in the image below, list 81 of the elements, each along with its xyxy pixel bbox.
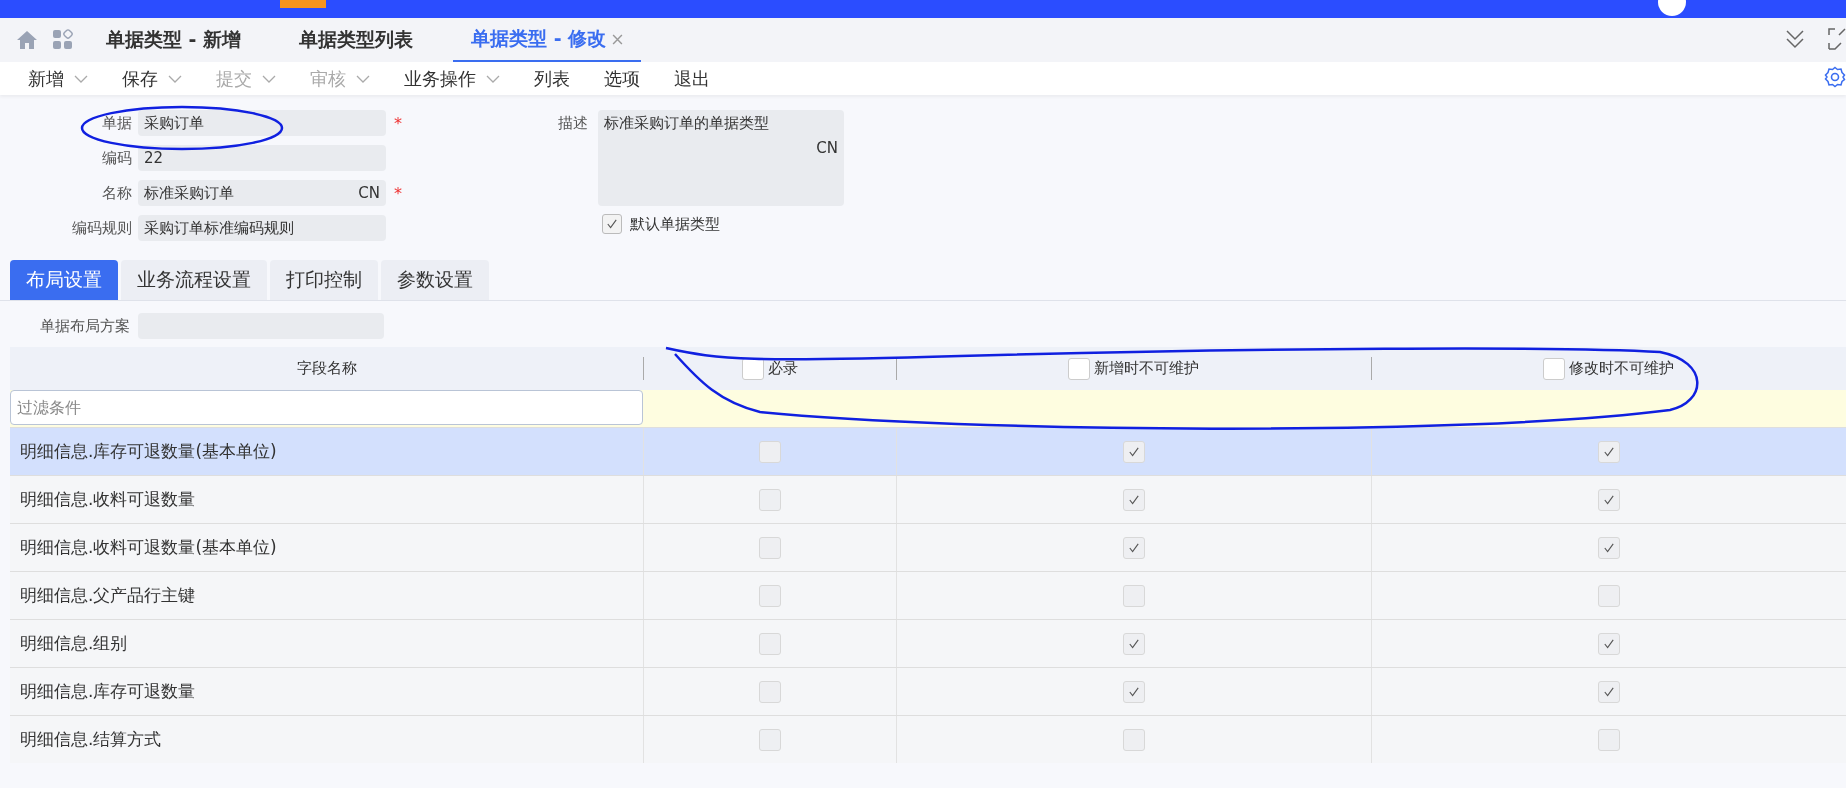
text-field[interactable]: 22	[138, 145, 386, 171]
text-field[interactable]: 采购订单	[138, 110, 386, 136]
header-checkbox[interactable]	[1543, 357, 1565, 380]
checkbox[interactable]	[1598, 440, 1620, 463]
checkbox[interactable]	[1123, 728, 1145, 751]
document-tab[interactable]: 单据类型 - 新增	[88, 18, 260, 62]
column-header: 修改时不可维护	[1569, 359, 1674, 378]
toolbar-menu-button[interactable]: 新增	[28, 66, 88, 91]
checkbox[interactable]	[1123, 488, 1145, 511]
toolbar-menu-button[interactable]: 保存	[122, 66, 182, 91]
checkbox[interactable]	[1598, 632, 1620, 655]
home-icon[interactable]	[16, 30, 38, 50]
caret-icon	[486, 74, 500, 83]
table-row[interactable]: 明细信息.结算方式	[10, 715, 1846, 763]
required-mark: *	[394, 183, 402, 203]
table-cell: 明细信息.库存可退数量(基本单位)	[20, 440, 277, 463]
check-icon	[605, 217, 619, 231]
section-tab[interactable]: 业务流程设置	[121, 260, 267, 300]
field-label: 单据	[101, 113, 132, 133]
section-tab[interactable]: 布局设置	[10, 260, 118, 300]
checkbox[interactable]	[1123, 632, 1145, 655]
table-cell: 明细信息.结算方式	[20, 728, 162, 751]
table-row[interactable]: 明细信息.收料可退数量	[10, 475, 1846, 523]
table-cell: 明细信息.收料可退数量	[20, 488, 196, 511]
checkbox[interactable]	[759, 632, 781, 655]
column-header: 必录	[767, 359, 798, 378]
description-field[interactable]: 标准采购订单的单据类型 CN	[598, 110, 844, 206]
caret-icon	[74, 74, 88, 83]
table-cell: 明细信息.组别	[20, 632, 128, 655]
field-label: 描述	[558, 113, 588, 133]
checkbox[interactable]	[759, 680, 781, 703]
table-row[interactable]: 明细信息.父产品行主键	[10, 571, 1846, 619]
text-field[interactable]: 采购订单标准编码规则	[138, 215, 386, 241]
header-checkbox[interactable]	[1068, 357, 1090, 380]
checkbox[interactable]	[1123, 536, 1145, 559]
checkbox[interactable]	[1123, 680, 1145, 703]
checkbox[interactable]	[759, 584, 781, 607]
checkbox[interactable]	[759, 488, 781, 511]
toolbar-menu-button[interactable]: 退出	[674, 66, 710, 91]
table-row[interactable]: 明细信息.收料可退数量(基本单位)	[10, 523, 1846, 571]
checkbox-label: 默认单据类型	[630, 214, 720, 234]
checkbox[interactable]	[602, 214, 622, 234]
checkbox[interactable]	[1123, 440, 1145, 463]
column-header: 字段名称	[296, 359, 357, 378]
toolbar-menu-button[interactable]: 选项	[604, 66, 640, 91]
table-row[interactable]: 明细信息.库存可退数量(基本单位)	[10, 427, 1846, 475]
checkbox[interactable]	[759, 440, 781, 463]
filter-field[interactable]: 过滤条件	[10, 390, 643, 425]
checkbox[interactable]	[1598, 728, 1620, 751]
text-field[interactable]: 标准采购订单 CN	[138, 180, 386, 206]
checkbox[interactable]	[759, 728, 781, 751]
checkbox[interactable]	[1598, 488, 1620, 511]
caret-icon	[356, 74, 370, 83]
close-icon[interactable]	[612, 33, 624, 45]
checkbox[interactable]	[1598, 536, 1620, 559]
checkbox[interactable]	[1598, 584, 1620, 607]
toolbar-menu-button[interactable]: 业务操作	[404, 66, 500, 91]
table-cell: 明细信息.库存可退数量	[20, 680, 196, 703]
field-label: 编码规则	[71, 218, 132, 238]
required-mark: *	[394, 113, 402, 133]
document-tab[interactable]: 单据类型列表	[281, 18, 432, 62]
caret-icon	[262, 74, 276, 83]
field-label: 名称	[101, 183, 132, 203]
apps-icon[interactable]	[52, 29, 74, 51]
field-label: 单据布局方案	[40, 316, 130, 336]
section-tab[interactable]: 打印控制	[270, 260, 378, 300]
column-header: 新增时不可维护	[1094, 359, 1199, 378]
table-row[interactable]: 明细信息.库存可退数量	[10, 667, 1846, 715]
field-label: 编码	[101, 148, 132, 168]
double-chevron-icon[interactable]	[1784, 28, 1806, 50]
table-cell: 明细信息.收料可退数量(基本单位)	[20, 536, 277, 559]
expand-icon[interactable]	[1828, 28, 1846, 50]
toolbar-menu-button[interactable]: 列表	[534, 66, 570, 91]
table-row[interactable]: 明细信息.组别	[10, 619, 1846, 667]
settings-icon[interactable]	[1824, 66, 1846, 88]
caret-icon	[168, 74, 182, 83]
checkbox[interactable]	[759, 536, 781, 559]
checkbox[interactable]	[1598, 680, 1620, 703]
table-cell: 明细信息.父产品行主键	[20, 584, 196, 607]
checkbox[interactable]	[1123, 584, 1145, 607]
section-tab[interactable]: 参数设置	[381, 260, 489, 300]
